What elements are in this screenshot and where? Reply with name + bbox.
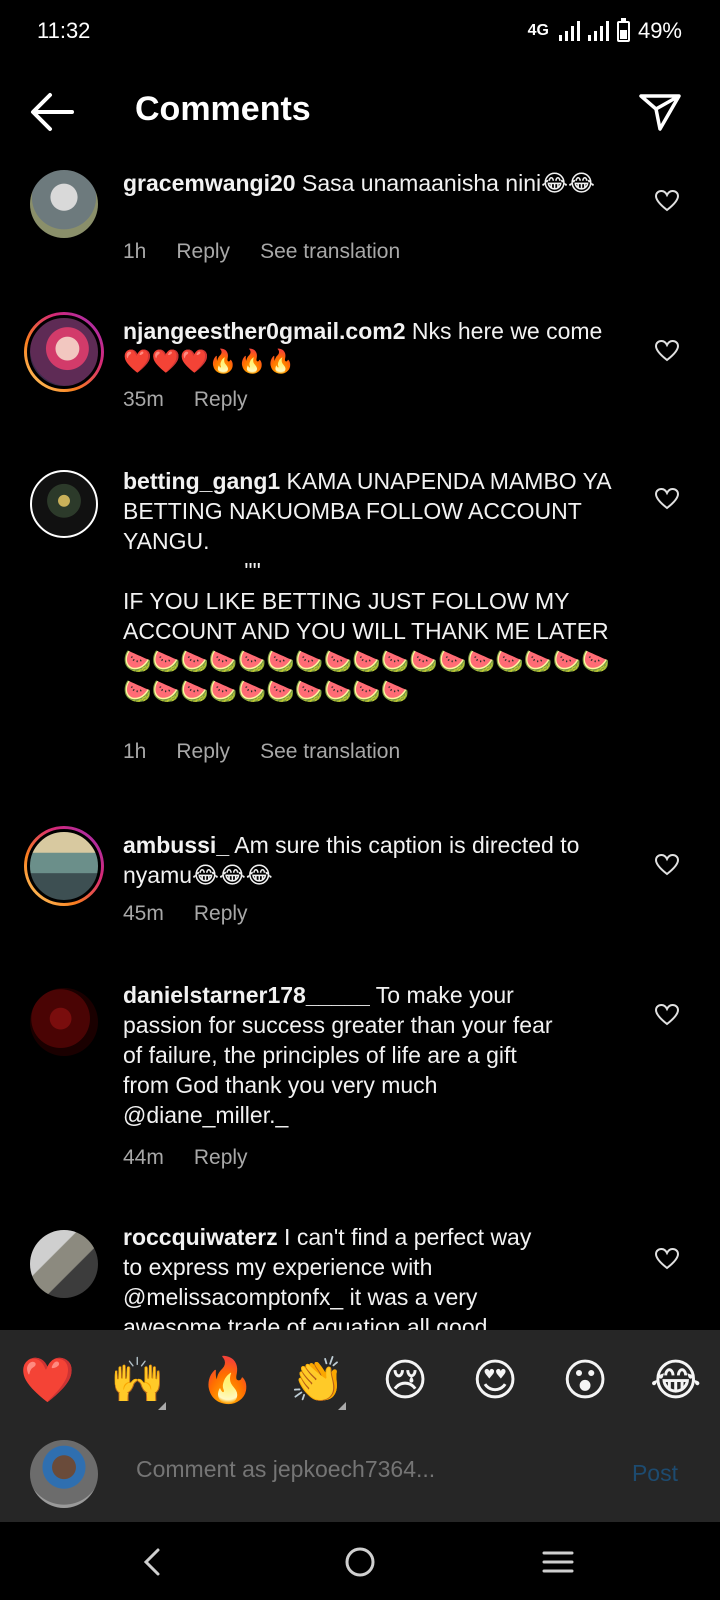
comment-body: betting_gang1 KAMA UNAPENDA MAMBO YA BET… <box>123 466 623 706</box>
avatar[interactable] <box>30 170 98 238</box>
reply-button[interactable]: Reply <box>194 902 248 926</box>
comment-meta: 1h Reply See translation <box>123 740 400 764</box>
status-bar: 11:32 4G 49% <box>0 0 720 62</box>
heart-outline-icon[interactable] <box>654 852 680 878</box>
comment-item: njangeesther0gmail.com2 Nks here we come… <box>0 312 720 452</box>
nav-back-icon[interactable] <box>134 1542 174 1582</box>
network-type: 4G <box>527 22 549 39</box>
comment-item: ambussi_ Am sure this caption is directe… <box>0 826 720 966</box>
emoji-raising-hands-glyph: 🙌 <box>110 1356 165 1405</box>
nav-home-icon[interactable] <box>340 1542 380 1582</box>
comments-list[interactable]: gracemwangi20 Sasa unamaanisha nini😂😂 1h… <box>0 162 720 1330</box>
reply-button[interactable]: Reply <box>176 740 230 764</box>
heart-outline-icon[interactable] <box>654 188 680 214</box>
comment-input[interactable] <box>136 1456 576 1483</box>
comment-username[interactable]: danielstarner178_____ <box>123 982 370 1008</box>
comment-body: gracemwangi20 Sasa unamaanisha nini😂😂 <box>123 168 623 198</box>
avatar[interactable] <box>30 1230 98 1298</box>
status-time: 11:32 <box>37 18 91 43</box>
battery-percent: 49% <box>637 18 682 43</box>
system-nav-bar <box>0 1522 720 1600</box>
comment-item: danielstarner178_____ To make your passi… <box>0 980 720 1190</box>
comment-composer: Post <box>0 1430 720 1522</box>
avatar <box>30 1440 98 1508</box>
heart-outline-icon[interactable] <box>654 338 680 364</box>
emoji-raising-hands[interactable]: 🙌 <box>110 1354 166 1410</box>
nav-recents-icon[interactable] <box>538 1542 578 1582</box>
comment-username[interactable]: gracemwangi20 <box>123 170 296 196</box>
reply-button[interactable]: Reply <box>194 388 248 412</box>
emoji-surprised[interactable]: 😮 <box>560 1355 610 1406</box>
emoji-heart[interactable]: ❤️ <box>20 1354 75 1406</box>
comment-username[interactable]: ambussi_ <box>123 832 229 858</box>
emoji-clapping-glyph: 👏 <box>290 1356 345 1405</box>
page-title: Comments <box>135 90 311 128</box>
arrow-left-icon <box>31 93 74 131</box>
comment-meta: 44m Reply <box>123 1146 248 1170</box>
comment-meta: 45m Reply <box>123 902 248 926</box>
comment-item: roccquiwaterz I can't find a perfect way… <box>0 1222 720 1330</box>
signal-icon-2 <box>587 21 609 41</box>
comment-text: KAMA UNAPENDA MAMBO YA BETTING NAKUOMBA … <box>123 468 611 704</box>
post-button[interactable]: Post <box>632 1460 678 1487</box>
reply-button[interactable]: Reply <box>176 240 230 264</box>
comment-time: 1h <box>123 240 147 263</box>
avatar <box>27 829 101 903</box>
skin-tone-indicator <box>158 1402 166 1410</box>
emoji-fire[interactable]: 🔥 <box>200 1354 255 1406</box>
comment-text: Sasa unamaanisha nini😂😂 <box>295 170 595 196</box>
comment-body: roccquiwaterz I can't find a perfect way… <box>123 1222 543 1330</box>
status-indicators: 4G 49% <box>527 17 682 44</box>
emoji-heart-eyes[interactable]: 😍 <box>470 1355 520 1406</box>
skin-tone-indicator <box>338 1402 346 1410</box>
comment-body: danielstarner178_____ To make your passi… <box>123 980 563 1130</box>
paper-plane-icon <box>639 94 681 131</box>
comment-meta: 35m Reply <box>123 388 248 412</box>
heart-outline-icon[interactable] <box>654 1002 680 1028</box>
signal-icon <box>558 21 580 41</box>
avatar[interactable] <box>30 470 98 538</box>
emoji-crying[interactable]: 😢 <box>380 1355 430 1406</box>
back-button[interactable] <box>28 90 78 134</box>
share-button[interactable] <box>636 88 684 136</box>
heart-outline-icon[interactable] <box>654 486 680 512</box>
see-translation-button[interactable]: See translation <box>260 240 400 264</box>
comment-item: gracemwangi20 Sasa unamaanisha nini😂😂 1h… <box>0 162 720 302</box>
comment-username[interactable]: njangeesther0gmail.com2 <box>123 318 406 344</box>
emoji-quick-bar: ❤️ 🙌 🔥 👏 😢 😍 😮 😂 <box>0 1330 720 1430</box>
comment-time: 45m <box>123 902 164 925</box>
avatar[interactable] <box>30 988 98 1056</box>
comment-item: betting_gang1 KAMA UNAPENDA MAMBO YA BET… <box>0 464 720 804</box>
comment-time: 1h <box>123 740 147 763</box>
avatar-story-ring[interactable] <box>24 826 104 906</box>
comment-time: 35m <box>123 388 164 411</box>
emoji-laughing[interactable]: 😂 <box>650 1355 701 1406</box>
comment-username[interactable]: roccquiwaterz <box>123 1224 278 1250</box>
battery-icon <box>616 17 630 42</box>
comment-username[interactable]: betting_gang1 <box>123 468 280 494</box>
header: Comments <box>0 62 720 162</box>
avatar <box>27 315 101 389</box>
emoji-clapping[interactable]: 👏 <box>290 1354 346 1410</box>
see-translation-button[interactable]: See translation <box>260 740 400 764</box>
avatar-story-ring[interactable] <box>24 312 104 392</box>
reply-button[interactable]: Reply <box>194 1146 248 1170</box>
comment-body: njangeesther0gmail.com2 Nks here we come… <box>123 316 623 376</box>
comment-time: 44m <box>123 1146 164 1169</box>
comment-meta: 1h Reply See translation <box>123 240 400 264</box>
comment-body: ambussi_ Am sure this caption is directe… <box>123 830 623 890</box>
heart-outline-icon[interactable] <box>654 1246 680 1272</box>
